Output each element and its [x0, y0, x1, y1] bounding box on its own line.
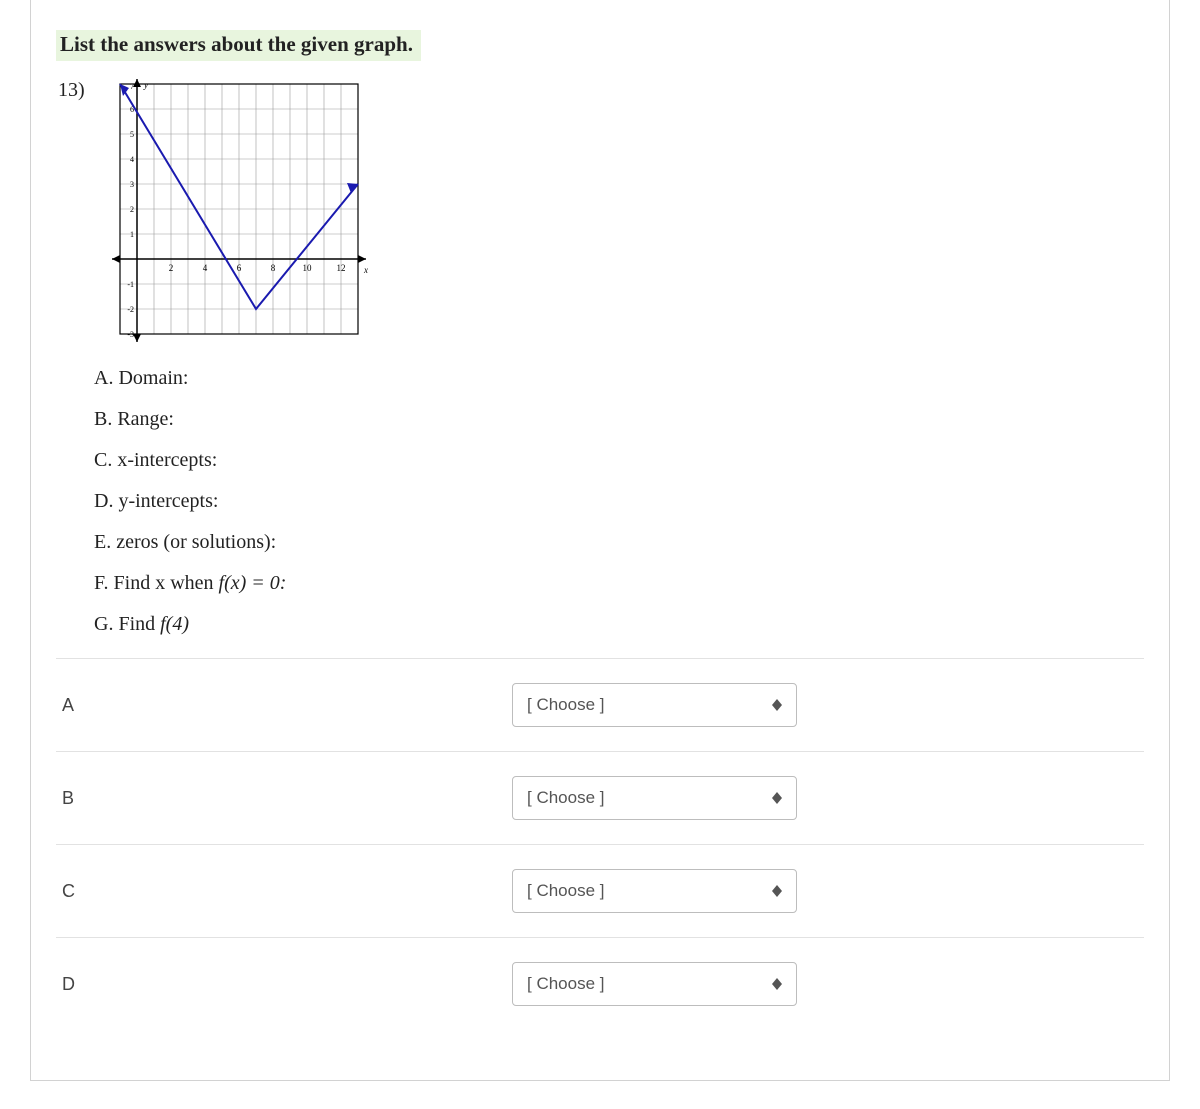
answer-row-D: D [ Choose ] [56, 937, 1144, 1030]
choose-placeholder-D: [ Choose ] [527, 974, 605, 994]
choose-dropdown-D[interactable]: [ Choose ] [512, 962, 797, 1006]
prompt-C: C. x-intercepts: [94, 449, 1144, 472]
instruction-text: List the answers about the given graph. [56, 30, 421, 61]
y-tick--3: -3 [127, 330, 134, 339]
graph-figure: 2 4 6 8 10 12 -3 -2 -1 1 2 3 [110, 79, 370, 349]
y-tick-5: 5 [130, 130, 134, 139]
choose-dropdown-B[interactable]: [ Choose ] [512, 776, 797, 820]
x-tick-2: 2 [169, 263, 174, 273]
answer-label-B: B [56, 788, 512, 809]
choose-placeholder-A: [ Choose ] [527, 695, 605, 715]
y-tick--2: -2 [127, 305, 134, 314]
answer-row-C: C [ Choose ] [56, 844, 1144, 937]
prompt-list: A. Domain: B. Range: C. x-intercepts: D.… [94, 367, 1144, 636]
x-tick-6: 6 [237, 263, 242, 273]
choose-placeholder-C: [ Choose ] [527, 881, 605, 901]
y-tick-7: 7 [130, 82, 134, 91]
y-axis-label: y [143, 80, 148, 90]
prompt-G: G. Find f(4) [94, 613, 1144, 636]
chevron-updown-icon [772, 978, 782, 990]
prompt-F-fx: f(x) = 0: [219, 572, 287, 594]
chevron-updown-icon [772, 792, 782, 804]
answer-label-C: C [56, 881, 512, 902]
answer-label-D: D [56, 974, 512, 995]
prompt-F: F. Find x when f(x) = 0: [94, 572, 1144, 595]
choose-placeholder-B: [ Choose ] [527, 788, 605, 808]
prompt-D: D. y-intercepts: [94, 490, 1144, 513]
answer-section: A [ Choose ] B [ Choose ] [56, 658, 1144, 1030]
chevron-updown-icon [772, 885, 782, 897]
x-tick-4: 4 [203, 263, 208, 273]
question-number: 13) [58, 79, 96, 102]
x-tick-10: 10 [303, 263, 313, 273]
prompt-E: E. zeros (or solutions): [94, 531, 1144, 554]
prompt-G-fx: f(4) [160, 613, 189, 635]
x-tick-12: 12 [337, 263, 346, 273]
y-tick-2: 2 [130, 205, 134, 214]
y-tick-1: 1 [130, 230, 134, 239]
answer-row-B: B [ Choose ] [56, 751, 1144, 844]
y-tick-4: 4 [130, 155, 134, 164]
y-tick-3: 3 [130, 180, 134, 189]
answer-row-A: A [ Choose ] [56, 658, 1144, 751]
x-axis-label: x [363, 265, 368, 275]
choose-dropdown-A[interactable]: [ Choose ] [512, 683, 797, 727]
prompt-A: A. Domain: [94, 367, 1144, 390]
prompt-B: B. Range: [94, 408, 1144, 431]
prompt-G-pre: G. Find [94, 613, 160, 635]
chevron-updown-icon [772, 699, 782, 711]
prompt-F-pre: F. Find x when [94, 572, 219, 594]
answer-label-A: A [56, 695, 512, 716]
question-card: List the answers about the given graph. … [30, 0, 1170, 1081]
x-tick-8: 8 [271, 263, 276, 273]
choose-dropdown-C[interactable]: [ Choose ] [512, 869, 797, 913]
y-tick--1: -1 [127, 280, 134, 289]
